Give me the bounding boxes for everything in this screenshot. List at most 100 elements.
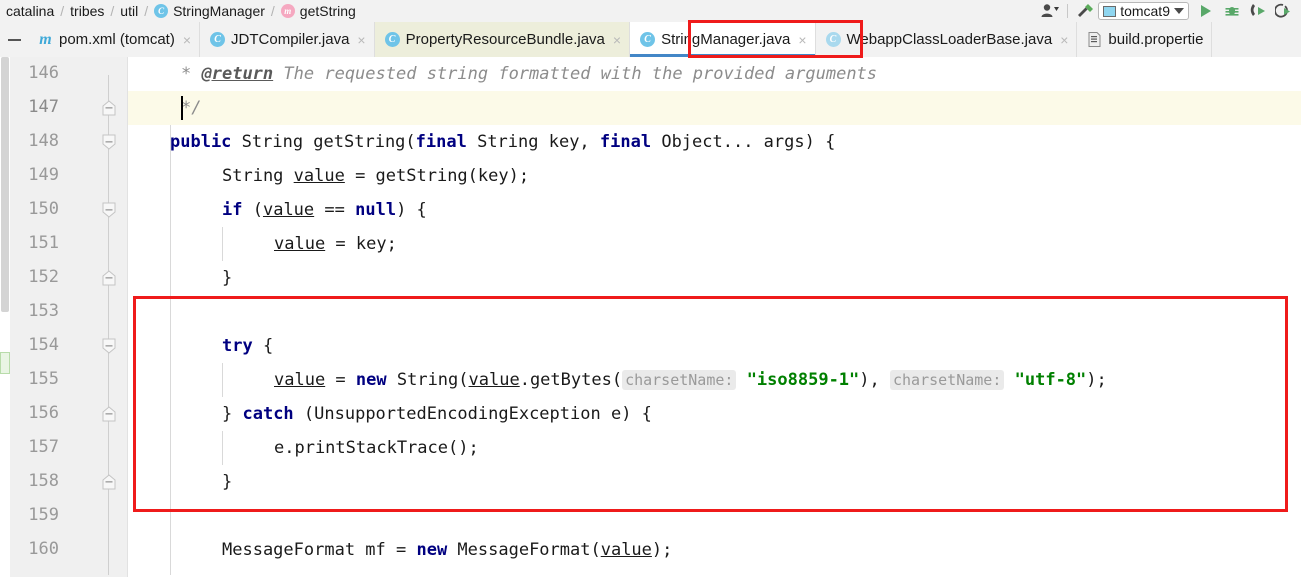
indent-guide [222,227,223,261]
tab-label: PropertyResourceBundle.java [405,31,605,48]
vcs-gutter-strip [0,57,10,577]
run-configuration-selector[interactable]: tomcat9 [1098,2,1189,20]
tab-jdtcompiler-java[interactable]: C JDTCompiler.java × [200,22,375,57]
breadcrumb-item-stringmanager[interactable]: C StringManager [154,3,265,19]
tab-stringmanager-java[interactable]: C StringManager.java × [630,22,816,57]
code-line-146: * @return The requested string formatted… [181,64,878,84]
code-line-150: if (value == null) { [222,200,427,220]
toolbar-divider [1067,4,1069,18]
breadcrumb-item-getstring[interactable]: m getString [280,3,356,19]
code-editor[interactable]: 146 147 148 149 150 151 152 153 154 155 156 157 158 1… [0,57,1301,577]
line-number: 154 [28,335,59,355]
tab-label: pom.xml (tomcat) [59,31,175,48]
indent-guide [222,431,223,465]
tab-propertyresourcebundle-java[interactable]: C PropertyResourceBundle.java × [374,22,631,57]
close-icon[interactable]: × [613,32,621,48]
run-with-coverage-icon[interactable] [1245,0,1271,22]
parameter-hint: charsetName: [890,370,1005,390]
line-number: 151 [28,233,59,253]
editor-tab-bar: m pom.xml (tomcat) × C JDTCompiler.java … [0,22,1301,57]
breadcrumb-separator: / [144,3,149,19]
code-line-155: value = new String(value.getBytes(charse… [274,370,1107,390]
line-number: 153 [28,301,59,321]
class-icon: C [154,4,169,18]
close-icon[interactable]: × [1060,32,1068,48]
minus-icon [7,38,21,41]
profiler-icon[interactable] [1271,0,1297,22]
tab-webappclassloaderbase-java[interactable]: C WebappClassLoaderBase.java × [815,22,1078,57]
breadcrumb-item-tribes[interactable]: tribes [70,3,104,19]
debug-icon[interactable] [1219,0,1245,22]
code-content[interactable]: * @return The requested string formatted… [129,57,1301,577]
line-number: 158 [28,471,59,491]
fold-end-icon[interactable] [101,270,117,286]
parameter-hint: charsetName: [622,370,737,390]
java-class-icon: C [210,32,226,47]
line-number: 148 [28,131,59,151]
tab-label: JDTCompiler.java [231,31,350,48]
code-line-154: try { [222,336,274,356]
breadcrumb-item-util[interactable]: util [120,3,138,19]
tab-label: StringManager.java [661,31,791,48]
fold-start-icon[interactable] [101,134,117,150]
hide-tabs-button[interactable] [0,22,28,57]
run-configuration-name: tomcat9 [1120,3,1170,19]
close-icon[interactable]: × [183,32,191,48]
line-number: 159 [28,505,59,525]
breadcrumb-item-catalina[interactable]: catalina [6,3,54,19]
editor-scrollbar-thumb[interactable] [1,57,9,312]
line-number: 156 [28,403,59,423]
editor-gutter: 146 147 148 149 150 151 152 153 154 155 156 157 158 1… [10,57,128,577]
breadcrumb-label: tribes [70,3,105,19]
java-class-icon: C [825,32,841,47]
breadcrumb-separator: / [270,3,275,19]
breadcrumb-label: catalina [6,3,55,19]
tab-pom-xml[interactable]: m pom.xml (tomcat) × [28,22,201,57]
fold-end-icon[interactable] [101,100,117,116]
line-number: 146 [28,63,59,83]
code-line-147: */ [181,98,202,118]
text-caret [181,96,183,120]
code-line-156: } catch (UnsupportedEncodingException e)… [222,404,652,424]
code-line-151: value = key; [274,234,397,254]
line-number: 160 [28,539,59,559]
close-icon[interactable]: × [357,32,365,48]
java-class-readonly-icon: C [384,32,400,47]
fold-start-icon[interactable] [101,202,117,218]
line-number: 155 [28,369,59,389]
java-class-icon: C [640,32,656,47]
breadcrumb-separator: / [60,3,65,19]
vcs-change-marker[interactable] [0,352,10,374]
breadcrumb-label: util [120,3,139,19]
code-line-158: } [222,472,233,492]
chevron-down-icon [1174,8,1184,14]
line-number: 147 [28,97,59,117]
hammer-build-icon[interactable] [1072,0,1098,22]
main-toolbar: tomcat9 [1037,0,1301,22]
method-icon: m [280,4,295,18]
line-number: 152 [28,267,59,287]
breadcrumb-label: getString [299,3,356,19]
fold-end-icon[interactable] [101,474,117,490]
indent-guide [222,363,223,397]
tab-label: WebappClassLoaderBase.java [846,31,1053,48]
fold-start-icon[interactable] [101,338,117,354]
code-line-152: } [222,268,233,288]
close-icon[interactable]: × [798,32,806,48]
tab-build-properties[interactable]: build.propertie [1077,22,1213,57]
fold-end-icon[interactable] [101,406,117,422]
code-line-157: e.printStackTrace(); [274,438,479,458]
indent-guide [170,125,171,575]
tab-label: build.propertie [1108,31,1204,48]
maven-icon: m [39,30,52,48]
user-profile-icon[interactable] [1037,0,1063,22]
breadcrumb-separator: / [110,3,115,19]
run-icon[interactable] [1193,0,1219,22]
breadcrumb-label: StringManager [173,3,265,19]
tomcat-server-icon [1103,5,1117,17]
line-number: 149 [28,165,59,185]
line-number: 157 [28,437,59,457]
code-line-148: public String getString(final String key… [170,132,836,152]
